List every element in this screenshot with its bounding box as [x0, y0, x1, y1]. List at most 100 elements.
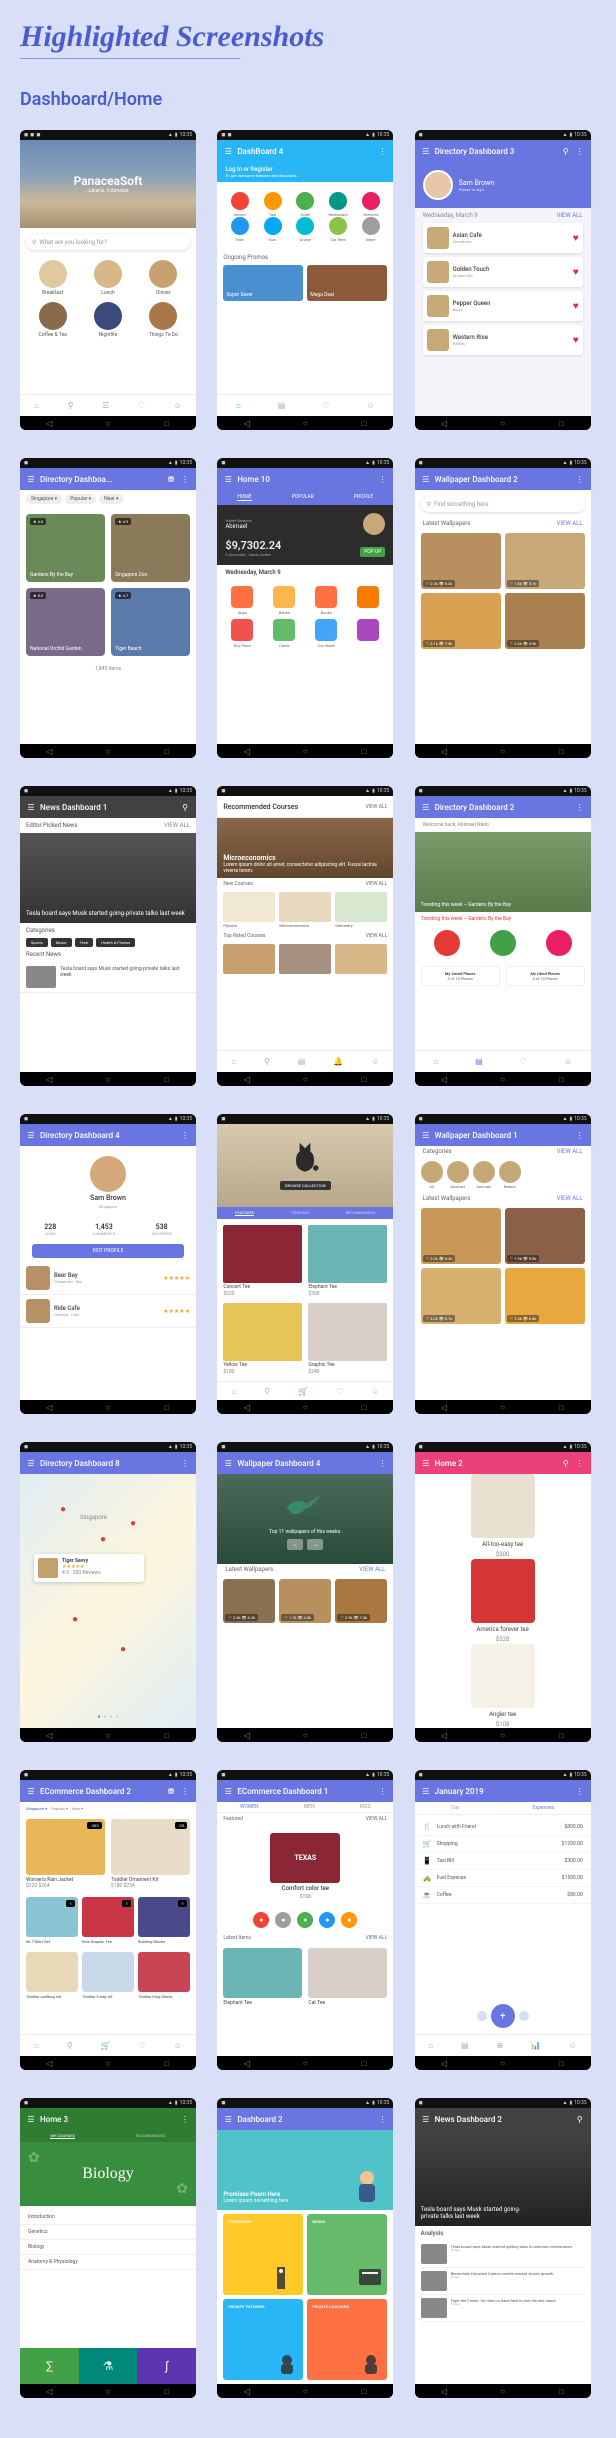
more-icon[interactable]: ⋮ — [180, 1786, 190, 1796]
wallpaper-tile[interactable]: ♡ 2.4k 👁 6.8k — [505, 1268, 585, 1324]
more-icon[interactable]: ⋮ — [377, 1786, 387, 1796]
view-all-link[interactable]: VIEW ALL — [366, 1816, 388, 1822]
action-item[interactable]: Apps — [223, 586, 261, 615]
promo-card[interactable]: Mega Deal — [307, 265, 387, 301]
product-card[interactable]: -25 Toddler Ornament Kit$180 $234 — [111, 1819, 190, 1889]
add-fab[interactable]: + — [491, 2004, 515, 2028]
category-fab[interactable] — [546, 930, 572, 956]
service-item[interactable]: Airport — [223, 192, 256, 217]
menu-icon[interactable]: ☰ — [421, 2114, 431, 2124]
place-tile[interactable]: ★ 5.0 National Orchid Garden — [26, 588, 105, 656]
menu-icon[interactable]: ☰ — [223, 2114, 233, 2124]
tab-item[interactable]: MEN — [304, 1804, 315, 1810]
wallpaper-tile[interactable]: ♡ 2.9k 👁 7.3k — [335, 1579, 387, 1623]
color-fab[interactable]: ● — [275, 1912, 291, 1928]
wallpaper-tile[interactable]: ♡ 2.3k 👁 6.2k — [421, 533, 501, 589]
expense-row[interactable]: 🍴Lunch with Friend $800.00 — [415, 1819, 591, 1836]
map-pin-icon[interactable]: ● — [72, 1614, 78, 1625]
menu-icon[interactable]: ☰ — [26, 2114, 36, 2124]
category-item[interactable]: Coffee & Tea — [28, 302, 77, 338]
category-item[interactable]: Dinner — [139, 260, 188, 296]
topic-row[interactable]: Genetics — [20, 2225, 196, 2240]
search-icon[interactable]: ⚲ — [575, 2114, 585, 2124]
view-all-link[interactable]: VIEW ALL — [366, 881, 388, 887]
tab-item[interactable]: RECOMMENDED — [346, 1210, 376, 1216]
menu-icon[interactable]: ☰ — [223, 1786, 233, 1796]
avatar[interactable] — [90, 1156, 126, 1192]
popup-button[interactable]: POP UP — [360, 547, 385, 557]
category-chip[interactable]: Music — [51, 938, 72, 947]
more-icon[interactable]: ⋮ — [377, 2114, 387, 2124]
search-icon[interactable]: ⚲ — [180, 802, 190, 812]
pager-dot[interactable] — [477, 2011, 487, 2021]
tab-recommended[interactable]: RECOMMENDED — [136, 2133, 166, 2139]
service-item[interactable]: Hotel — [289, 192, 322, 217]
course-hero[interactable]: Microeconomics Lorem ipsum dolor sit ame… — [217, 818, 393, 878]
service-item[interactable]: Taxi — [256, 192, 289, 217]
heart-icon[interactable]: ♥ — [573, 233, 579, 244]
featured-product[interactable]: TEXAS Comfort color tee $108 — [217, 1825, 393, 1908]
wallpaper-tile[interactable]: ♡ 2.0k 👁 4.9k — [505, 593, 585, 649]
menu-icon[interactable]: ☰ — [421, 1786, 431, 1796]
action-item[interactable]: Buy Point — [223, 619, 261, 648]
place-tile[interactable]: ★ 4.9 Singapore Zoo — [111, 514, 190, 582]
action-item[interactable] — [349, 619, 387, 648]
product-card[interactable]: Angler tee$108 — [415, 1643, 591, 1728]
view-all-link[interactable]: VIEW ALL — [366, 933, 388, 939]
course-card[interactable]: Microeconomics — [279, 892, 331, 928]
place-tile[interactable]: ★ 4.7 Tiger Beach — [111, 588, 190, 656]
service-item[interactable]: Car Rent — [322, 217, 355, 242]
category-item[interactable]: Nature — [499, 1161, 521, 1189]
menu-icon[interactable]: ☰ — [223, 474, 233, 484]
action-item[interactable]: Books — [307, 586, 345, 615]
filter-chip[interactable]: New ▾ — [72, 1806, 83, 1811]
product-card[interactable]: America forever tee$528 — [415, 1559, 591, 1644]
map-pin-icon[interactable]: ● — [130, 1518, 136, 1529]
tab-icon[interactable]: ♡ — [138, 401, 145, 410]
action-item[interactable]: Cards — [265, 619, 303, 648]
expense-row[interactable]: 🛒Shopping $1200.00 — [415, 1836, 591, 1853]
view-all-link[interactable]: VIEW ALL — [557, 1195, 583, 1202]
view-all-link[interactable]: VIEW ALL — [359, 1566, 385, 1573]
map-pin-icon[interactable]: ● — [100, 1534, 106, 1545]
menu-icon[interactable]: ☰ — [421, 146, 431, 156]
place-card[interactable]: Western RiseRaffles ♥ — [423, 325, 583, 355]
category-fab[interactable] — [434, 930, 460, 956]
product-card[interactable]: Toddler quiltbag set — [26, 1952, 78, 1999]
category-tile[interactable]: BOOKS — [307, 2214, 387, 2295]
place-card[interactable]: Asian CafeChinatown ♥ — [423, 223, 583, 253]
more-icon[interactable]: ⋮ — [377, 474, 387, 484]
service-item[interactable]: Train — [223, 217, 256, 242]
map-pin-icon[interactable]: ● — [120, 1644, 126, 1655]
info-card[interactable]: My Liked Places8 of 10 Places — [506, 966, 585, 986]
product-card[interactable]: -1Building Blocks — [138, 1897, 190, 1944]
edit-profile-button[interactable]: EDIT PROFILE — [32, 1244, 184, 1258]
tab-expenses[interactable]: Expenses — [533, 1805, 554, 1811]
tab-icon[interactable]: ▤ — [278, 401, 286, 410]
tab-day[interactable]: Day — [451, 1805, 459, 1811]
news-hero[interactable]: Tesla board says Musk started going-priv… — [415, 2130, 591, 2226]
course-card[interactable]: Physics — [223, 892, 275, 928]
menu-icon[interactable]: ☰ — [26, 1458, 36, 1468]
tab-item[interactable]: WOMEN — [240, 1804, 259, 1810]
footer-tile[interactable]: ∫ — [137, 2348, 196, 2384]
wallpaper-tile[interactable]: ♡ 2.3k 👁 6.2k — [223, 1579, 275, 1623]
tab-item[interactable]: POPULAR — [292, 494, 314, 501]
tab-icon[interactable]: ⚲ — [68, 401, 74, 410]
category-item[interactable]: Abstract — [447, 1161, 469, 1189]
news-item[interactable]: Tesla board says Musk started going-priv… — [20, 962, 196, 993]
product-card[interactable]: Graphic Tee$240 — [308, 1303, 387, 1375]
filter-chip[interactable]: Popular ▾ — [65, 494, 96, 504]
expense-row[interactable]: ☕Coffee $80.00 — [415, 1887, 591, 1904]
more-icon[interactable]: ⋮ — [180, 2114, 190, 2124]
view-all-link[interactable]: VIEW ALL — [557, 212, 583, 219]
category-fab[interactable] — [490, 930, 516, 956]
service-item[interactable]: Bus — [256, 217, 289, 242]
search-icon[interactable]: ⚲ — [561, 1458, 571, 1468]
product-card[interactable]: Yellow Tee$180 — [223, 1303, 302, 1375]
wallpaper-tile[interactable]: ♡ 3.2k 👁 8.1k — [421, 1268, 501, 1324]
menu-icon[interactable]: ☰ — [223, 1458, 233, 1468]
service-item[interactable]: More — [355, 217, 388, 242]
menu-icon[interactable]: ☰ — [421, 1130, 431, 1140]
tab-icon[interactable]: ☺ — [367, 401, 375, 410]
